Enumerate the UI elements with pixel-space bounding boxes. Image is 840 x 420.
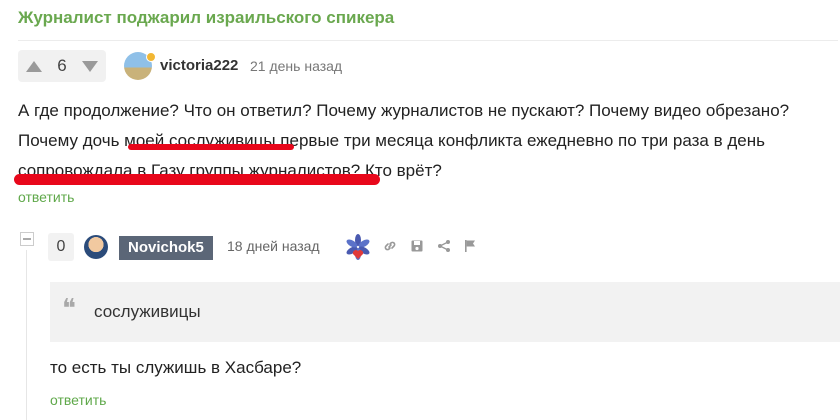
- flag-icon[interactable]: [463, 239, 477, 253]
- comment-body: А где продолжение? Что он ответил? Почем…: [18, 96, 833, 186]
- vote-count: 6: [57, 56, 67, 75]
- reply-button[interactable]: ответить: [50, 392, 106, 408]
- quote-icon: ❝: [62, 294, 76, 324]
- comment-line: А где продолжение? Что он ответил? Почем…: [18, 101, 790, 120]
- quote-text: сослуживицы: [94, 302, 201, 321]
- timestamp: 18 дней назад: [227, 238, 320, 254]
- arrow-down-icon[interactable]: [82, 60, 98, 72]
- red-underline-mark: [128, 144, 294, 150]
- comment-line: Почему дочь моей сослуживицы первые три …: [18, 131, 765, 150]
- post-title[interactable]: Журналист поджарил израильского спикера: [18, 8, 394, 28]
- timestamp: 21 день назад: [250, 58, 343, 74]
- share-icon[interactable]: [437, 239, 451, 253]
- username-badge[interactable]: Novichok5: [119, 236, 213, 260]
- avatar[interactable]: [84, 235, 108, 259]
- flower-badge-icon: [346, 234, 370, 260]
- divider: [18, 40, 838, 41]
- vote-count: 0: [48, 233, 74, 261]
- collapse-thread-toggle[interactable]: [20, 232, 34, 246]
- vote-box: 6: [18, 50, 106, 82]
- username-link[interactable]: victoria222: [160, 57, 238, 74]
- red-underline-mark: [14, 174, 380, 185]
- save-icon[interactable]: [410, 239, 424, 253]
- thread-line: [26, 250, 27, 420]
- link-icon[interactable]: [383, 239, 397, 253]
- comment-body: то есть ты служишь в Хасбаре?: [50, 358, 302, 377]
- reply-button[interactable]: ответить: [18, 189, 74, 205]
- online-indicator: [146, 52, 156, 62]
- arrow-up-icon[interactable]: [26, 60, 42, 72]
